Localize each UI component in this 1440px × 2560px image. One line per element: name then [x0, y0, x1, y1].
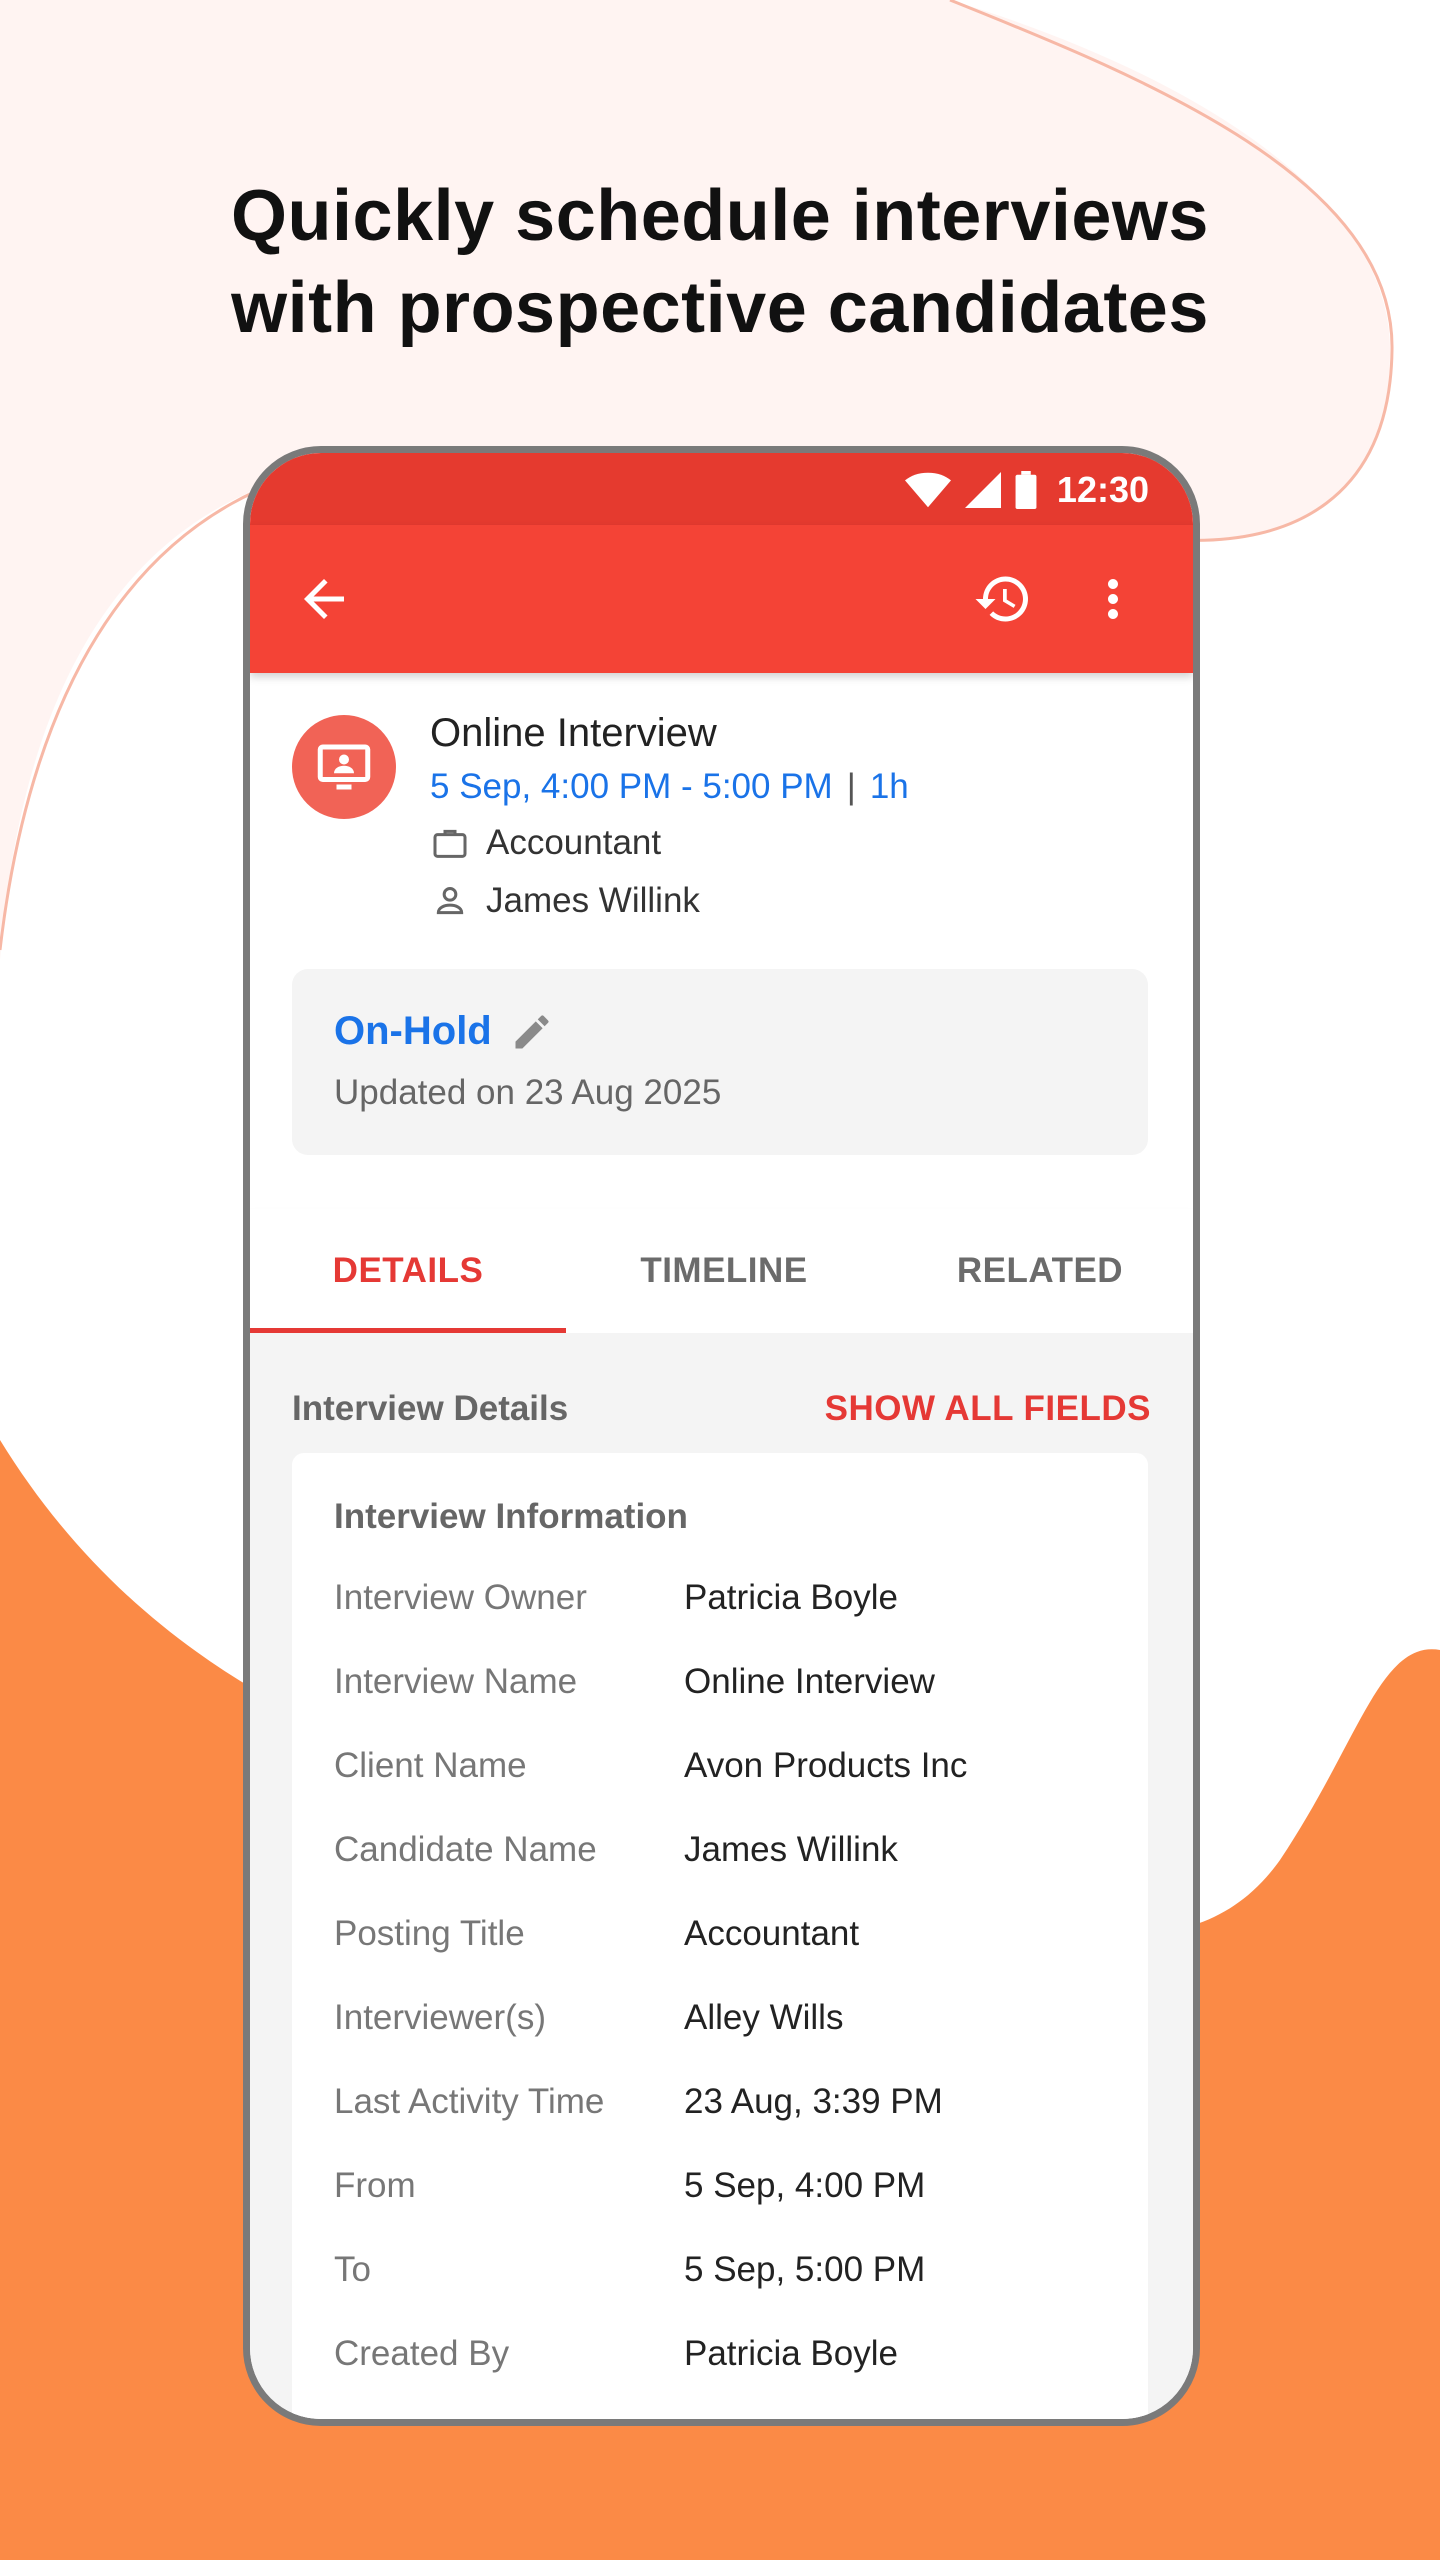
headline-line-1: Quickly schedule interviews	[231, 176, 1209, 256]
more-vert-icon[interactable]	[1083, 569, 1143, 629]
field-row: Interview Name Online Interview	[334, 1662, 1134, 1722]
briefcase-icon	[433, 829, 467, 858]
person-icon	[436, 887, 464, 915]
interview-duration: 1h	[869, 767, 909, 806]
headline-line-2: with prospective candidates	[231, 268, 1209, 348]
history-icon[interactable]	[973, 569, 1033, 629]
tab-related[interactable]: RELATED	[882, 1209, 1193, 1333]
field-label: Interview Name	[334, 1662, 578, 1701]
interview-datetime: 5 Sep, 4:00 PM - 5:00 PM | 1h	[430, 767, 909, 807]
status-card: On-Hold Updated on 23 Aug 2025	[292, 969, 1148, 1155]
field-value: Online Interview	[684, 1662, 935, 1701]
tab-bar: DETAILS TIMELINE RELATED	[250, 1209, 1193, 1333]
details-area: Interview Details SHOW ALL FIELDS Interv…	[250, 1333, 1193, 2419]
presentation-screen-icon	[317, 744, 371, 790]
candidate-name: James Willink	[486, 881, 700, 920]
status-value[interactable]: On-Hold	[334, 1009, 492, 1054]
field-label: From	[334, 2166, 416, 2205]
app-bar	[250, 525, 1193, 673]
show-all-fields-button[interactable]: SHOW ALL FIELDS	[825, 1389, 1151, 1429]
field-row: From 5 Sep, 4:00 PM	[334, 2166, 1134, 2226]
field-label: Candidate Name	[334, 1830, 597, 1869]
status-bar: 12:30	[250, 453, 1193, 525]
field-row: Created By Patricia Boyle	[334, 2334, 1134, 2394]
battery-icon	[1015, 471, 1037, 509]
interview-time-range: 5 Sep, 4:00 PM - 5:00 PM	[430, 767, 833, 806]
field-value: 5 Sep, 4:00 PM	[684, 2166, 926, 2205]
field-label: Interviewer(s)	[334, 1998, 546, 2037]
field-row: Last Activity Time 23 Aug, 3:39 PM	[334, 2082, 1134, 2142]
field-value: Alley Wills	[684, 1998, 844, 2037]
tab-details[interactable]: DETAILS	[250, 1209, 566, 1333]
field-value: Avon Products Inc	[684, 1746, 968, 1785]
status-time: 12:30	[1056, 469, 1149, 510]
field-row: Interview Owner Patricia Boyle	[334, 1578, 1134, 1638]
field-row: Candidate Name James Willink	[334, 1830, 1134, 1890]
field-row: Client Name Avon Products Inc	[334, 1746, 1134, 1806]
phone-frame: 12:30 Online Interview 5 Sep, 4:00 PM - …	[243, 446, 1200, 2426]
field-row: To 5 Sep, 5:00 PM	[334, 2250, 1134, 2310]
field-label: Created By	[334, 2334, 510, 2373]
field-row: Interviewer(s) Alley Wills	[334, 1998, 1134, 2058]
job-row: Accountant	[430, 823, 661, 863]
info-card-title: Interview Information	[334, 1497, 688, 1536]
back-arrow-icon[interactable]	[294, 569, 354, 629]
field-label: Interview Owner	[334, 1578, 587, 1617]
field-label: Last Activity Time	[334, 2082, 605, 2121]
wifi-icon	[904, 472, 951, 508]
field-value: Accountant	[684, 1914, 860, 1953]
field-value: Patricia Boyle	[684, 1578, 898, 1617]
candidate-row: James Willink	[430, 881, 700, 921]
interview-title: Online Interview	[430, 711, 717, 755]
datetime-separator: |	[846, 767, 856, 806]
headline: Quickly schedule interviews with prospec…	[0, 170, 1440, 354]
status-updated: Updated on 23 Aug 2025	[334, 1073, 722, 1112]
interview-info-card: Interview Information Interview Owner Pa…	[292, 1453, 1148, 2419]
field-value: James Willink	[684, 1830, 898, 1869]
section-title: Interview Details	[292, 1389, 569, 1428]
field-label: Posting Title	[334, 1914, 525, 1953]
field-label: To	[334, 2250, 371, 2289]
pencil-icon[interactable]	[510, 1010, 554, 1054]
tab-timeline[interactable]: TIMELINE	[566, 1209, 882, 1333]
field-value: 5 Sep, 5:00 PM	[684, 2250, 926, 2289]
interview-avatar	[292, 715, 396, 819]
field-label: Client Name	[334, 1746, 527, 1785]
job-title: Accountant	[486, 823, 662, 862]
field-value: 23 Aug, 3:39 PM	[684, 2082, 943, 2121]
signal-icon	[964, 472, 1001, 508]
field-value: Patricia Boyle	[684, 2334, 898, 2373]
status-label[interactable]: On-Hold	[334, 1009, 554, 1054]
field-row: Posting Title Accountant	[334, 1914, 1134, 1974]
status-icons: 12:30	[904, 465, 1149, 515]
